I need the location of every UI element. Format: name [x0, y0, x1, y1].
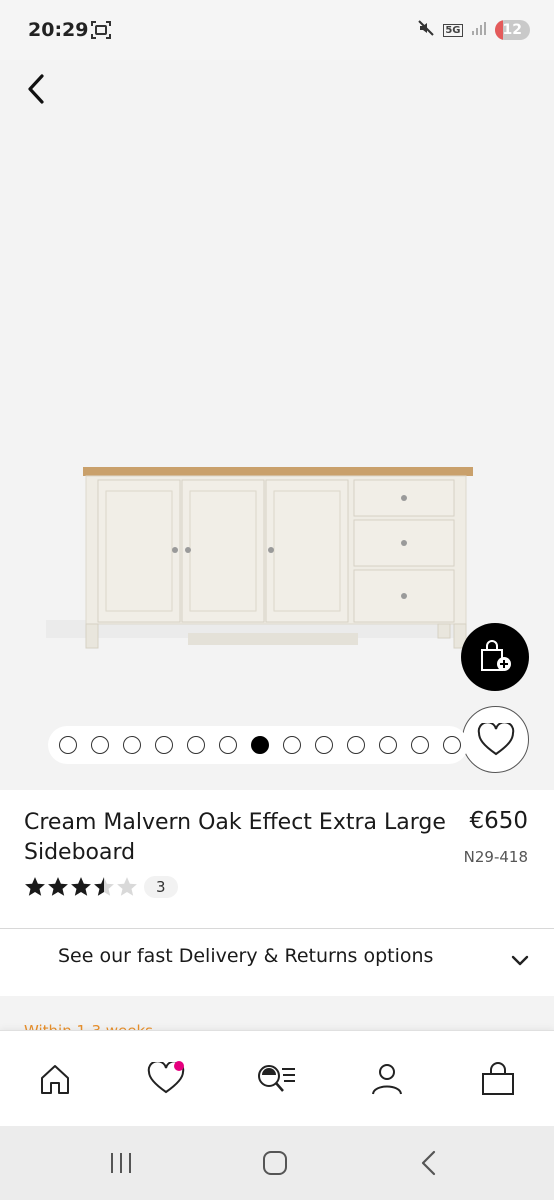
- carousel-dot[interactable]: [411, 736, 429, 754]
- nav-bag[interactable]: [478, 1059, 518, 1099]
- search-list-icon: [258, 1065, 295, 1092]
- status-time: 20:29: [28, 19, 89, 41]
- product-image[interactable]: [40, 455, 480, 665]
- mute-icon: [417, 19, 435, 41]
- product-gallery[interactable]: [0, 60, 554, 790]
- nav-account[interactable]: [367, 1059, 407, 1099]
- carousel-dot[interactable]: [251, 736, 269, 754]
- star-icon: [94, 877, 114, 896]
- home-icon: [41, 1065, 69, 1094]
- carousel-dot[interactable]: [315, 736, 333, 754]
- user-icon: [372, 1064, 402, 1095]
- delivery-panel: Within 1-3 weeks: [0, 996, 554, 1030]
- chevron-left-icon: [28, 74, 44, 104]
- rating[interactable]: 3: [24, 876, 178, 898]
- battery-indicator: 12: [494, 20, 530, 40]
- bag-add-icon: [481, 640, 511, 671]
- nav-favourites[interactable]: [146, 1059, 186, 1099]
- carousel-dot[interactable]: [187, 736, 205, 754]
- battery-level: 12: [502, 22, 522, 38]
- carousel-dot[interactable]: [283, 736, 301, 754]
- home-square-icon: [263, 1151, 287, 1175]
- nav-home[interactable]: [35, 1059, 75, 1099]
- chevron-down-icon: [510, 953, 530, 972]
- carousel-dot[interactable]: [155, 736, 173, 754]
- star-icon: [117, 877, 137, 896]
- star-icon: [71, 877, 91, 896]
- bottom-nav: [0, 1030, 554, 1126]
- home-system-button[interactable]: [262, 1150, 288, 1180]
- star-icon: [48, 877, 68, 896]
- network-label: 5G: [443, 23, 463, 37]
- screenshot-icon: [90, 20, 112, 44]
- product-info: Cream Malvern Oak Effect Extra Large Sid…: [0, 790, 554, 928]
- status-bar: 20:29 5G 12: [0, 0, 554, 60]
- carousel-dot[interactable]: [59, 736, 77, 754]
- product-code: N29-418: [463, 848, 528, 866]
- status-icons: 5G 12: [417, 19, 530, 41]
- back-arrow-icon: [421, 1150, 436, 1176]
- carousel-dot[interactable]: [379, 736, 397, 754]
- carousel-dot[interactable]: [123, 736, 141, 754]
- notification-dot: [174, 1061, 184, 1071]
- product-title: Cream Malvern Oak Effect Extra Large Sid…: [24, 810, 446, 865]
- delivery-returns-row[interactable]: See our fast Delivery & Returns options: [0, 928, 554, 996]
- signal-icon: [471, 20, 487, 40]
- system-nav-bar: [0, 1126, 554, 1200]
- back-button[interactable]: [18, 66, 58, 106]
- recent-apps-icon: [111, 1153, 131, 1173]
- carousel-dot[interactable]: [91, 736, 109, 754]
- recent-apps-button[interactable]: [108, 1150, 134, 1180]
- bag-icon: [482, 1062, 514, 1095]
- carousel-dot[interactable]: [219, 736, 237, 754]
- star-icon: [25, 877, 45, 896]
- carousel-dot[interactable]: [443, 736, 461, 754]
- review-count: 3: [144, 876, 178, 898]
- heart-icon: [477, 722, 514, 755]
- product-price: €650: [469, 808, 528, 834]
- star-rating: [24, 876, 138, 898]
- nav-browse[interactable]: [256, 1059, 296, 1099]
- delivery-returns-label: See our fast Delivery & Returns options: [58, 945, 434, 967]
- add-to-bag-button[interactable]: [461, 623, 529, 691]
- carousel-dot[interactable]: [347, 736, 365, 754]
- delivery-estimate: Within 1-3 weeks: [24, 1022, 153, 1030]
- carousel-indicator: [48, 726, 468, 764]
- wishlist-button[interactable]: [462, 706, 529, 773]
- system-back-button[interactable]: [418, 1150, 442, 1180]
